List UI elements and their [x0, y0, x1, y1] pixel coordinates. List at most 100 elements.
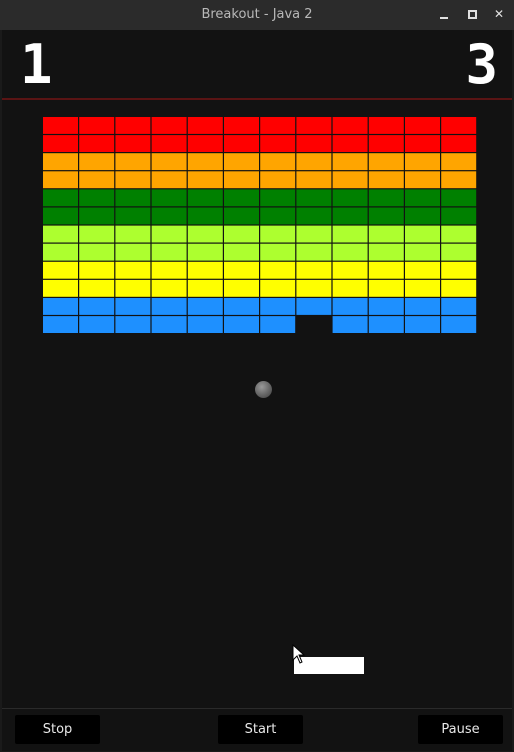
brick [260, 243, 296, 261]
brick [151, 171, 187, 189]
brick [260, 117, 296, 134]
brick [151, 207, 187, 225]
brick [187, 316, 223, 333]
minimize-icon[interactable] [436, 6, 452, 22]
brick [441, 207, 477, 225]
maximize-icon[interactable] [464, 6, 480, 22]
brick [441, 135, 477, 152]
brick [187, 279, 223, 297]
brick [43, 261, 78, 279]
brick [115, 261, 151, 279]
brick [296, 189, 332, 207]
brick [441, 261, 477, 279]
brick [296, 171, 332, 189]
ball [255, 381, 272, 398]
brick [332, 135, 368, 152]
brick [260, 171, 296, 189]
brick [405, 117, 440, 134]
brick [187, 261, 223, 279]
brick [151, 189, 187, 207]
brick [405, 135, 440, 152]
brick [368, 117, 404, 134]
playfield[interactable] [2, 102, 512, 708]
brick [43, 298, 78, 315]
brick-wall [43, 117, 477, 333]
brick [405, 279, 440, 297]
close-icon[interactable]: ✕ [491, 6, 507, 22]
brick [187, 225, 223, 243]
brick [368, 207, 404, 225]
brick [405, 298, 440, 315]
brick [224, 207, 259, 225]
brick [224, 135, 259, 152]
brick [368, 279, 404, 297]
game-window: 1 3 Stop Start Pause [2, 30, 512, 751]
brick [115, 279, 151, 297]
start-button[interactable]: Start [218, 715, 303, 744]
brick [79, 189, 115, 207]
brick [332, 243, 368, 261]
brick [224, 316, 259, 333]
brick [79, 261, 115, 279]
brick [43, 207, 78, 225]
brick [260, 298, 296, 315]
brick [151, 279, 187, 297]
brick [296, 243, 332, 261]
brick [368, 189, 404, 207]
brick [187, 298, 223, 315]
brick [260, 189, 296, 207]
brick [79, 171, 115, 189]
score-left: 1 [20, 33, 53, 96]
brick [224, 117, 259, 134]
brick [260, 316, 296, 333]
brick [260, 261, 296, 279]
brick [151, 298, 187, 315]
pause-button[interactable]: Pause [418, 715, 503, 744]
brick [43, 135, 78, 152]
brick [79, 279, 115, 297]
brick [115, 189, 151, 207]
brick [405, 243, 440, 261]
brick [224, 243, 259, 261]
brick [43, 189, 78, 207]
brick [79, 298, 115, 315]
brick [368, 261, 404, 279]
brick [405, 171, 440, 189]
score-bar: 1 3 [2, 30, 512, 100]
brick [151, 135, 187, 152]
brick [224, 171, 259, 189]
brick [115, 225, 151, 243]
brick [441, 225, 477, 243]
brick [296, 135, 332, 152]
mouse-cursor-icon [292, 644, 306, 664]
brick [368, 171, 404, 189]
brick [79, 117, 115, 134]
brick [332, 117, 368, 134]
brick [405, 261, 440, 279]
brick [224, 298, 259, 315]
brick [43, 225, 78, 243]
brick [368, 153, 404, 171]
brick [296, 279, 332, 297]
brick [43, 243, 78, 261]
brick [405, 189, 440, 207]
brick [441, 279, 477, 297]
brick [332, 298, 368, 315]
brick [79, 207, 115, 225]
brick [260, 225, 296, 243]
brick [115, 298, 151, 315]
brick [151, 117, 187, 134]
brick [332, 279, 368, 297]
brick [187, 243, 223, 261]
brick [405, 225, 440, 243]
stop-button[interactable]: Stop [15, 715, 100, 744]
brick [115, 153, 151, 171]
brick [115, 135, 151, 152]
brick [441, 316, 477, 333]
brick [187, 189, 223, 207]
brick [296, 225, 332, 243]
brick [79, 153, 115, 171]
brick [187, 207, 223, 225]
brick [224, 189, 259, 207]
brick [43, 153, 78, 171]
